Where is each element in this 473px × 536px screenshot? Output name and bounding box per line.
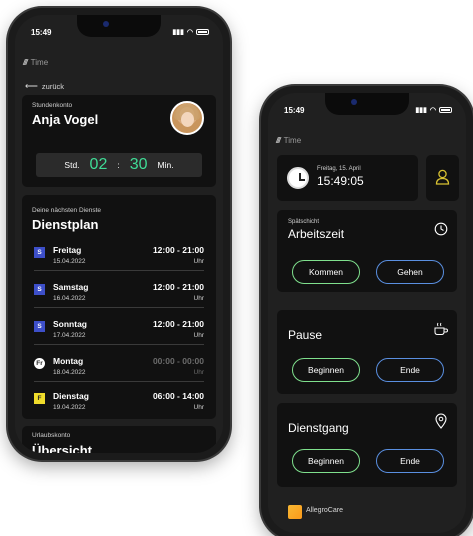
status-time: 15:49: [31, 27, 52, 37]
shift-type-label: Spätschicht: [288, 219, 320, 225]
hours-value: 02: [89, 156, 108, 173]
hours-suffix: Min.: [157, 160, 174, 170]
shift-unit: Uhr: [193, 295, 204, 302]
shift-time: 12:00 - 21:00: [152, 282, 204, 292]
shift-date: 17.04.2022: [53, 332, 86, 339]
shift-unit: Uhr: [193, 332, 204, 339]
shift-date: 16.04.2022: [53, 295, 86, 302]
shift-day: Sonntag: [53, 319, 87, 329]
vacation-label: Urlaubskonto: [32, 432, 71, 439]
shift-badge: F: [34, 393, 45, 404]
signal-icon: ▮▮▮: [415, 107, 427, 114]
user-icon: [435, 169, 450, 185]
shift-unit: Uhr: [193, 369, 204, 376]
datetime-card: Freitag, 15. April 15:49:05: [277, 155, 418, 201]
app-logo-icon: ///: [23, 57, 28, 67]
shift-time: 12:00 - 21:00: [152, 245, 204, 255]
profile-card[interactable]: [426, 155, 459, 201]
schedule-title: Dienstplan: [32, 217, 99, 232]
clock-hand-minute: [299, 179, 305, 181]
shift-unit: Uhr: [193, 404, 204, 411]
screen-right: 15:49 ▮▮▮ ◠ /// Time Freitag, 15. April …: [268, 93, 466, 533]
pause-start-button[interactable]: Beginnen: [292, 358, 360, 382]
phone-left: 15:49 ▮▮▮ ◠ /// Time ⟵ zurück Stundenkon…: [8, 8, 230, 460]
schedule-card: Deine nächsten Dienste Dienstplan S Frei…: [22, 195, 216, 419]
status-icons: ▮▮▮ ◠: [415, 106, 452, 114]
shift-date: 18.04.2022: [53, 369, 86, 376]
current-time: 15:49:05: [317, 174, 364, 188]
worktime-title: Arbeitszeit: [288, 227, 345, 241]
shift-day: Dienstag: [53, 391, 89, 401]
status-icons: ▮▮▮ ◠: [172, 28, 209, 36]
screen-left: 15:49 ▮▮▮ ◠ /// Time ⟵ zurück Stundenkon…: [15, 15, 223, 453]
clock-in-button[interactable]: Kommen: [292, 260, 360, 284]
worktime-card: Spätschicht Arbeitszeit Kommen Gehen: [277, 210, 457, 292]
coffee-cup-icon: [434, 322, 449, 335]
avatar-face: [181, 112, 194, 127]
signal-icon: ▮▮▮: [172, 29, 184, 36]
location-pin-icon: [435, 413, 447, 429]
app-title: Time: [30, 57, 49, 67]
current-date: Freitag, 15. April: [317, 166, 361, 172]
pause-title: Pause: [288, 328, 323, 342]
wifi-icon: ◠: [186, 29, 193, 36]
app-logo-icon: ///: [276, 135, 281, 145]
shift-day: Samstag: [53, 282, 89, 292]
shift-row[interactable]: S Freitag 15.04.2022 12:00 - 21:00 Uhr: [34, 245, 204, 271]
arrow-left-icon: ⟵: [25, 81, 38, 91]
shift-day: Montag: [53, 356, 84, 366]
shift-row[interactable]: S Samstag 16.04.2022 12:00 - 21:00 Uhr: [34, 282, 204, 308]
status-bar: 15:49 ▮▮▮ ◠: [284, 103, 452, 117]
pause-end-button[interactable]: Ende: [376, 358, 444, 382]
shift-badge: S: [34, 247, 45, 258]
allegrocare-logo-icon: [288, 505, 302, 519]
status-bar: 15:49 ▮▮▮ ◠: [31, 25, 209, 39]
hours-prefix: Std.: [64, 160, 80, 170]
errand-end-button[interactable]: Ende: [376, 449, 444, 473]
shift-date: 15.04.2022: [53, 258, 86, 265]
clock-outline-icon: [434, 222, 448, 236]
phone-right: 15:49 ▮▮▮ ◠ /// Time Freitag, 15. April …: [261, 86, 473, 536]
app-bar: /// Time: [23, 55, 215, 69]
app-title: Time: [283, 135, 302, 145]
shift-badge: S: [34, 284, 45, 295]
brand-name: AllegroCare: [306, 507, 343, 514]
vacation-title: Übersicht: [32, 443, 92, 453]
account-label: Stundenkonto: [32, 102, 73, 109]
battery-icon: [196, 29, 209, 35]
minutes-value: 30: [129, 156, 148, 173]
avatar: [170, 101, 204, 135]
shift-time: 06:00 - 14:00: [152, 391, 204, 401]
status-time: 15:49: [284, 105, 305, 115]
shift-row[interactable]: Fr Montag 18.04.2022 00:00 - 00:00 Uhr: [34, 356, 204, 382]
vacation-card[interactable]: Urlaubskonto Übersicht: [22, 426, 216, 453]
back-label: zurück: [41, 82, 64, 91]
shift-time: 00:00 - 00:00: [152, 356, 204, 366]
schedule-label: Deine nächsten Dienste: [32, 207, 102, 214]
back-link[interactable]: ⟵ zurück: [25, 81, 64, 92]
account-card: Stundenkonto Anja Vogel Std. 02 : 30 Min…: [22, 95, 216, 187]
shift-badge: S: [34, 321, 45, 332]
pause-card: Pause Beginnen Ende: [277, 310, 457, 394]
shift-day: Freitag: [53, 245, 82, 255]
account-name: Anja Vogel: [32, 112, 99, 127]
clock-out-button[interactable]: Gehen: [376, 260, 444, 284]
clock-icon: [287, 167, 309, 189]
errand-start-button[interactable]: Beginnen: [292, 449, 360, 473]
shift-row[interactable]: S Sonntag 17.04.2022 12:00 - 21:00 Uhr: [34, 319, 204, 345]
shift-time: 12:00 - 21:00: [152, 319, 204, 329]
shift-badge: Fr: [34, 358, 45, 369]
hours-display: Std. 02 : 30 Min.: [36, 153, 202, 177]
battery-icon: [439, 107, 452, 113]
hours-separator: :: [117, 160, 120, 170]
errand-title: Dienstgang: [288, 421, 349, 435]
shift-row[interactable]: F Dienstag 19.04.2022 06:00 - 14:00 Uhr: [34, 391, 204, 417]
errand-card: Dienstgang Beginnen Ende: [277, 403, 457, 487]
shift-date: 19.04.2022: [53, 404, 86, 411]
wifi-icon: ◠: [429, 107, 436, 114]
shift-unit: Uhr: [193, 258, 204, 265]
app-bar: /// Time: [276, 133, 458, 147]
